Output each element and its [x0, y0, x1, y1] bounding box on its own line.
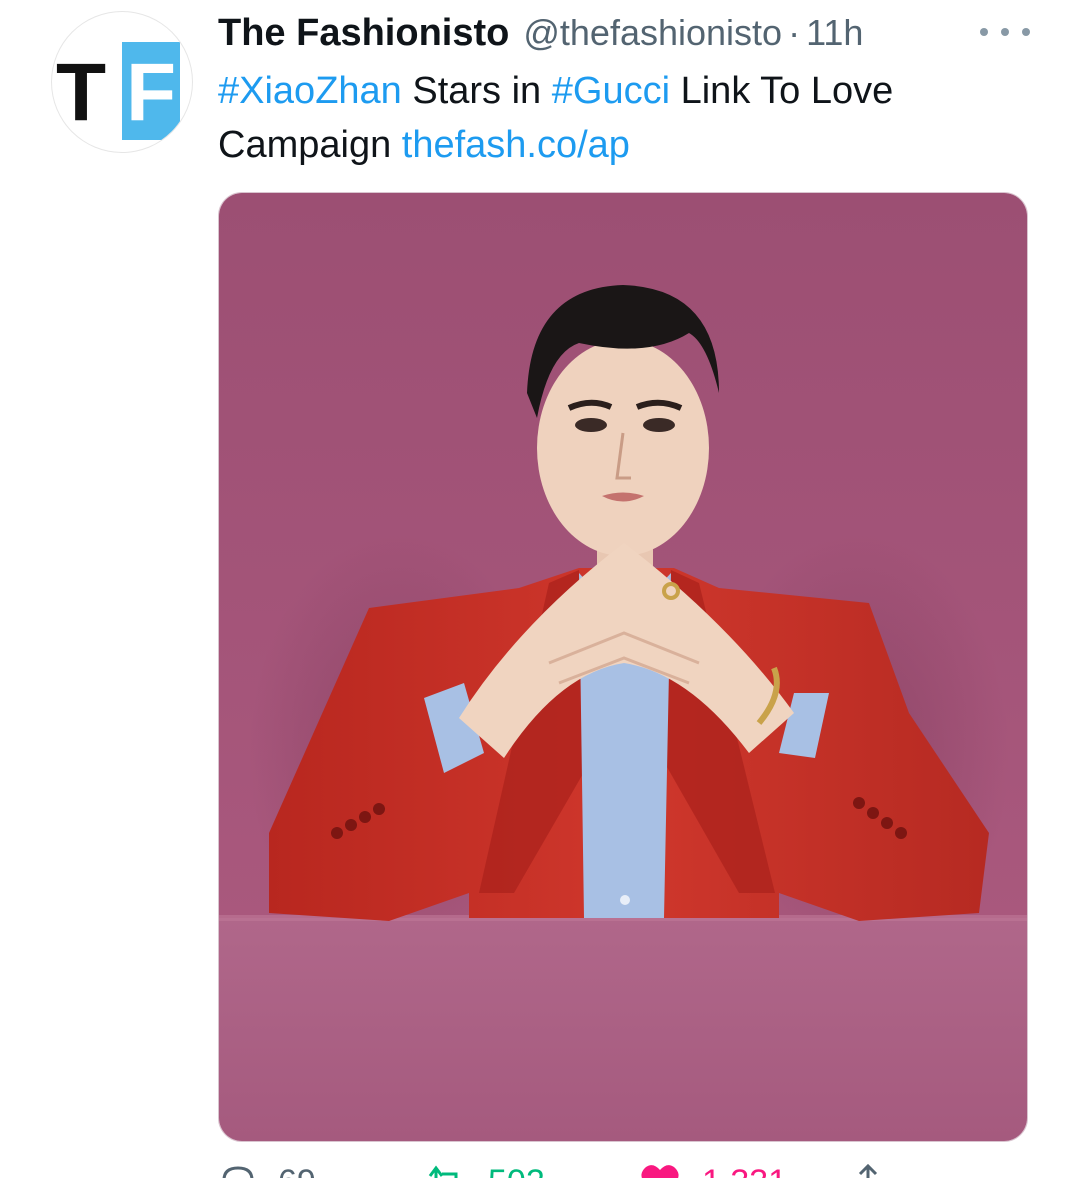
- retweet-icon: [428, 1165, 458, 1178]
- tweet-actions: 69 502 1,331: [218, 1162, 1026, 1178]
- retweet-count: 502: [488, 1162, 545, 1178]
- tweet-link[interactable]: thefash.co/ap: [402, 124, 630, 166]
- tweet-text-part: Stars in: [401, 70, 552, 112]
- heart-icon: [641, 1165, 679, 1178]
- reply-button[interactable]: 69: [218, 1162, 316, 1178]
- hashtag-xiaozhan[interactable]: #XiaoZhan: [218, 70, 402, 112]
- like-count: 1,331: [702, 1162, 787, 1178]
- more-dots-icon: [1022, 28, 1030, 36]
- more-dots-icon: [1001, 28, 1009, 36]
- share-icon: [858, 1163, 878, 1178]
- hashtag-gucci[interactable]: #Gucci: [552, 70, 670, 112]
- display-name[interactable]: The Fashionisto: [218, 12, 509, 55]
- avatar[interactable]: T F: [52, 12, 192, 152]
- more-dots-icon: [980, 28, 988, 36]
- face: [537, 340, 709, 556]
- eye-right: [643, 418, 675, 432]
- avatar-logo-t: T: [56, 47, 107, 138]
- share-button[interactable]: [848, 1162, 888, 1178]
- more-options-button[interactable]: [980, 20, 1030, 44]
- shirt-button: [620, 895, 630, 905]
- avatar-logo-f: F: [126, 47, 177, 138]
- separator-dot: ·: [788, 12, 801, 53]
- tweet-photo[interactable]: [218, 192, 1028, 1142]
- user-handle[interactable]: @thefashionisto: [523, 12, 782, 54]
- like-button[interactable]: 1,331: [638, 1162, 787, 1178]
- tweet-text: #XiaoZhan Stars in #Gucci Link To Love C…: [218, 64, 1018, 172]
- reply-count: 69: [278, 1162, 316, 1178]
- tweet[interactable]: T F The Fashionisto @thefashionisto · 11…: [0, 0, 1080, 1178]
- tweet-header: The Fashionisto @thefashionisto · 11h: [218, 12, 863, 56]
- campaign-photo-illustration: [219, 193, 1027, 1141]
- retweet-button[interactable]: 502: [424, 1162, 545, 1178]
- photo-table: [219, 918, 1027, 1141]
- reply-icon: [222, 1166, 254, 1178]
- timestamp[interactable]: 11h: [806, 12, 863, 54]
- eye-left: [575, 418, 607, 432]
